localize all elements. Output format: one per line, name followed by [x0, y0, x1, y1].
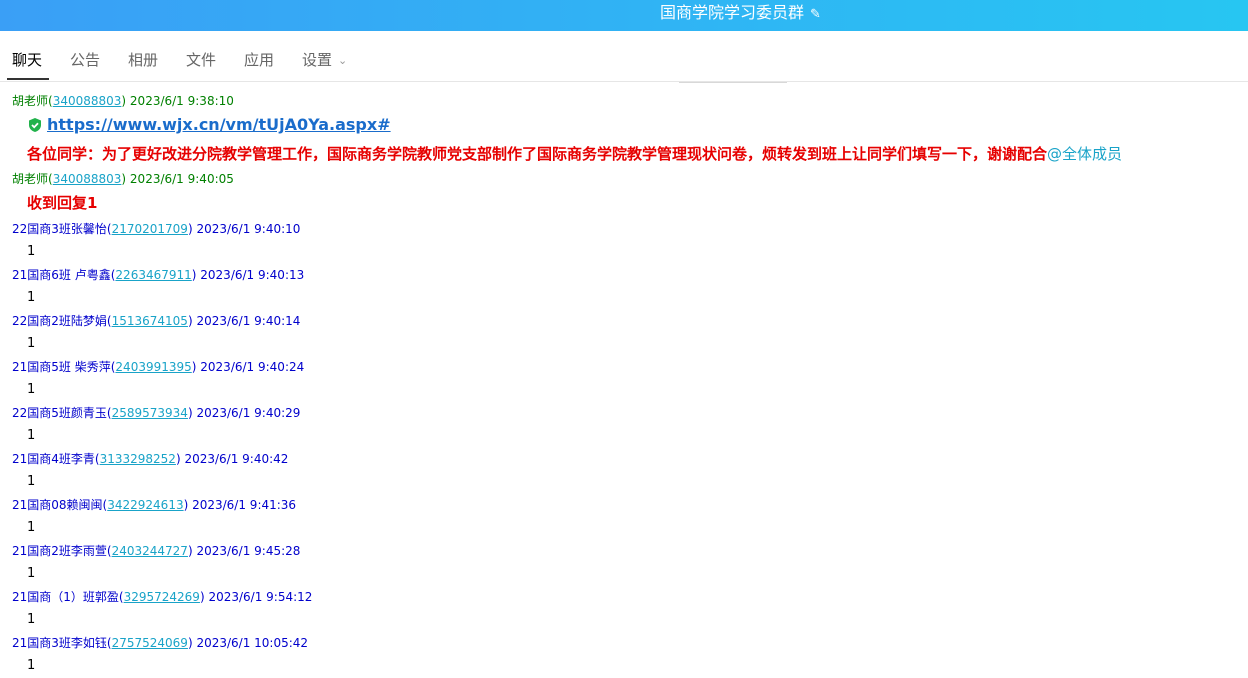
- tab-album[interactable]: 相册: [128, 50, 158, 70]
- tab-announcement[interactable]: 公告: [70, 50, 100, 70]
- tab-files[interactable]: 文件: [186, 50, 216, 70]
- message-body: 1: [27, 612, 36, 627]
- message-header: 胡老师(340088803) 2023/6/1 9:38:10: [12, 94, 234, 108]
- sender-name: 22国商2班陆梦娟: [12, 314, 107, 328]
- message-time: 2023/6/1 10:05:42: [196, 636, 309, 650]
- active-tab-indicator: [7, 78, 49, 80]
- message-time: 2023/6/1 9:40:24: [200, 360, 305, 374]
- sender-uid-link[interactable]: 2589573934: [112, 406, 188, 420]
- message-time: 2023/6/1 9:38:10: [129, 94, 234, 108]
- shield-check-icon: [29, 118, 41, 132]
- message-header: 21国商（1）班郭盈(3295724269) 2023/6/1 9:54:12: [12, 590, 313, 604]
- message-time: 2023/6/1 9:41:36: [192, 498, 297, 512]
- message-body: 1: [27, 244, 36, 259]
- chevron-down-icon: ⌄: [338, 54, 348, 67]
- sender-name: 21国商6班 卢粤鑫: [12, 268, 111, 282]
- message-header: 22国商5班颜青玉(2589573934) 2023/6/1 9:40:29: [12, 406, 301, 420]
- sender-uid-link[interactable]: 340088803: [53, 94, 122, 108]
- title-bar: 国商学院学习委员群 ✎: [0, 0, 1248, 31]
- message-time: 2023/6/1 9:40:14: [196, 314, 301, 328]
- sender-uid-link[interactable]: 3133298252: [100, 452, 176, 466]
- message-header: 21国商08赖闽闽(3422924613) 2023/6/1 9:41:36: [12, 498, 297, 512]
- message-time: 2023/6/1 9:45:28: [196, 544, 301, 558]
- message-body: 1: [27, 428, 36, 443]
- message-header: 21国商5班 柴秀萍(2403991395) 2023/6/1 9:40:24: [12, 360, 305, 374]
- tab-settings-label: 设置: [302, 51, 333, 69]
- message-body: 1: [27, 290, 36, 305]
- message-time: 2023/6/1 9:40:42: [184, 452, 289, 466]
- sender-name: 胡老师: [12, 94, 49, 108]
- link-line: https://www.wjx.cn/vm/tUjA0Ya.aspx#: [27, 115, 391, 135]
- announcement-text: 各位同学：为了更好改进分院教学管理工作，国际商务学院教师党支部制作了国际商务学院…: [27, 145, 1048, 163]
- sender-uid-link[interactable]: 2757524069: [112, 636, 188, 650]
- sender-name: 22国商3班张馨怡: [12, 222, 107, 236]
- tab-chat[interactable]: 聊天: [12, 50, 42, 70]
- survey-link[interactable]: https://www.wjx.cn/vm/tUjA0Ya.aspx#: [47, 115, 391, 134]
- message-header: 胡老师(340088803) 2023/6/1 9:40:05: [12, 172, 234, 186]
- message-body: 1: [27, 520, 36, 535]
- message-time: 2023/6/1 9:40:05: [129, 172, 234, 186]
- sender-name: 21国商（1）班郭盈: [12, 590, 119, 604]
- mention-all[interactable]: @全体成员: [1047, 145, 1122, 163]
- sender-uid-link[interactable]: 2170201709: [112, 222, 188, 236]
- message-time: 2023/6/1 9:54:12: [208, 590, 313, 604]
- message-header: 21国商2班李雨萱(2403244727) 2023/6/1 9:45:28: [12, 544, 301, 558]
- message-body: 1: [27, 474, 36, 489]
- sender-name: 21国商4班李青: [12, 452, 95, 466]
- sender-uid-link[interactable]: 340088803: [53, 172, 122, 186]
- message-body: 1: [27, 382, 36, 397]
- message-time: 2023/6/1 9:40:29: [196, 406, 301, 420]
- message-header: 22国商3班张馨怡(2170201709) 2023/6/1 9:40:10: [12, 222, 301, 236]
- divider: [679, 82, 787, 83]
- message-time: 2023/6/1 9:40:13: [200, 268, 305, 282]
- sender-name: 胡老师: [12, 172, 49, 186]
- tab-bar: 聊天 公告 相册 文件 应用 设置 ⌄: [0, 31, 1248, 82]
- sender-uid-link[interactable]: 1513674105: [112, 314, 188, 328]
- message-header: 21国商4班李青(3133298252) 2023/6/1 9:40:42: [12, 452, 289, 466]
- sender-uid-link[interactable]: 3422924613: [107, 498, 183, 512]
- sender-uid-link[interactable]: 2403991395: [115, 360, 191, 374]
- message-body: 收到回复1: [27, 194, 98, 212]
- sender-name: 21国商08赖闽闽: [12, 498, 103, 512]
- message-body: 1: [27, 566, 36, 581]
- message-body: 1: [27, 658, 36, 673]
- sender-name: 22国商5班颜青玉: [12, 406, 107, 420]
- edit-icon[interactable]: ✎: [810, 4, 821, 26]
- sender-uid-link[interactable]: 2263467911: [115, 268, 191, 282]
- group-title[interactable]: 国商学院学习委员群 ✎: [660, 2, 821, 26]
- message-header: 22国商2班陆梦娟(1513674105) 2023/6/1 9:40:14: [12, 314, 301, 328]
- sender-name: 21国商5班 柴秀萍: [12, 360, 111, 374]
- group-name: 国商学院学习委员群: [660, 3, 805, 22]
- sender-uid-link[interactable]: 2403244727: [112, 544, 188, 558]
- message-body: 各位同学：为了更好改进分院教学管理工作，国际商务学院教师党支部制作了国际商务学院…: [27, 144, 1122, 164]
- sender-name: 21国商3班李如钰: [12, 636, 107, 650]
- tab-settings[interactable]: 设置 ⌄: [302, 50, 347, 72]
- message-time: 2023/6/1 9:40:10: [196, 222, 301, 236]
- message-header: 21国商6班 卢粤鑫(2263467911) 2023/6/1 9:40:13: [12, 268, 305, 282]
- tab-apps[interactable]: 应用: [244, 50, 274, 70]
- sender-name: 21国商2班李雨萱: [12, 544, 107, 558]
- message-header: 21国商3班李如钰(2757524069) 2023/6/1 10:05:42: [12, 636, 309, 650]
- sender-uid-link[interactable]: 3295724269: [124, 590, 200, 604]
- message-body: 1: [27, 336, 36, 351]
